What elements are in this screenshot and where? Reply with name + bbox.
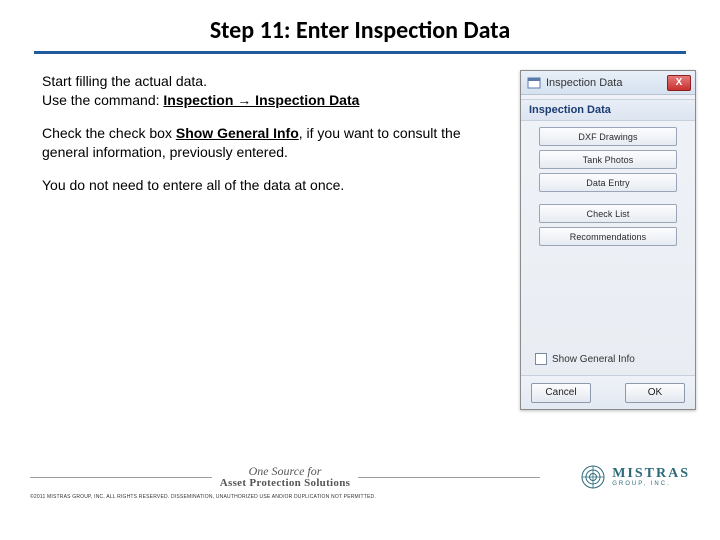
slogan-line-2: Asset Protection Solutions: [220, 478, 350, 490]
dxf-drawings-button[interactable]: DXF Drawings: [539, 127, 677, 146]
body-text: Start filling the actual data. Use the c…: [42, 72, 482, 208]
show-general-info-label: Show General Info: [552, 354, 635, 365]
p1-line1: Start filling the actual data.: [42, 73, 207, 89]
dialog-section-header: Inspection Data: [521, 99, 695, 121]
footer-line-right: [358, 477, 540, 478]
title-area: Step 11: Enter Inspection Data: [0, 0, 720, 45]
dialog-title: Inspection Data: [546, 77, 667, 89]
logo-text: MISTRAS GROUP, INC.: [612, 467, 690, 487]
spacer: [539, 196, 677, 200]
data-entry-button[interactable]: Data Entry: [539, 173, 677, 192]
footer-line-left: [30, 477, 212, 478]
slogan-text-1: One Source for: [249, 464, 322, 478]
check-list-button[interactable]: Check List: [539, 204, 677, 223]
paragraph-3: You do not need to entere all of the dat…: [42, 176, 482, 195]
ok-button[interactable]: OK: [625, 383, 685, 403]
footer-slogan: One Source for Asset Protection Solution…: [212, 465, 358, 489]
logo-name: MISTRAS: [612, 467, 690, 481]
dialog-titlebar: Inspection Data X: [521, 71, 695, 95]
slide-footer: One Source for Asset Protection Solution…: [0, 464, 720, 540]
paragraph-2: Check the check box Show General Info, i…: [42, 124, 482, 162]
inspection-dialog: Inspection Data X Inspection Data DXF Dr…: [520, 70, 696, 410]
paragraph-1: Start filling the actual data. Use the c…: [42, 72, 482, 110]
title-rule: [34, 51, 686, 54]
dialog-footer: Cancel OK: [521, 375, 695, 409]
window-icon: [527, 76, 541, 90]
p2-a: Check the check box: [42, 125, 176, 141]
show-general-info-checkbox[interactable]: [535, 353, 547, 365]
menu-command: Inspection → Inspection Data: [163, 92, 359, 108]
tank-photos-button[interactable]: Tank Photos: [539, 150, 677, 169]
logo-icon: [580, 464, 606, 490]
show-general-info-row: Show General Info: [535, 353, 635, 365]
footer-logo: MISTRAS GROUP, INC.: [540, 464, 690, 490]
slogan-line-1: One Source for: [220, 465, 350, 478]
dialog-button-stack: DXF Drawings Tank Photos Data Entry Chec…: [521, 121, 695, 246]
footer-rule: One Source for Asset Protection Solution…: [0, 464, 720, 490]
page-title: Step 11: Enter Inspection Data: [0, 16, 720, 45]
recommendations-button[interactable]: Recommendations: [539, 227, 677, 246]
close-button[interactable]: X: [667, 75, 691, 91]
copyright-text: ©2011 MISTRAS GROUP, INC. ALL RIGHTS RES…: [0, 490, 720, 501]
slide: Step 11: Enter Inspection Data Start fil…: [0, 0, 720, 540]
cancel-button[interactable]: Cancel: [531, 383, 591, 403]
p1-line2: Use the command:: [42, 92, 163, 108]
close-icon: X: [676, 77, 683, 88]
p2-bold: Show General Info: [176, 125, 299, 141]
logo-sub: GROUP, INC.: [612, 481, 690, 487]
